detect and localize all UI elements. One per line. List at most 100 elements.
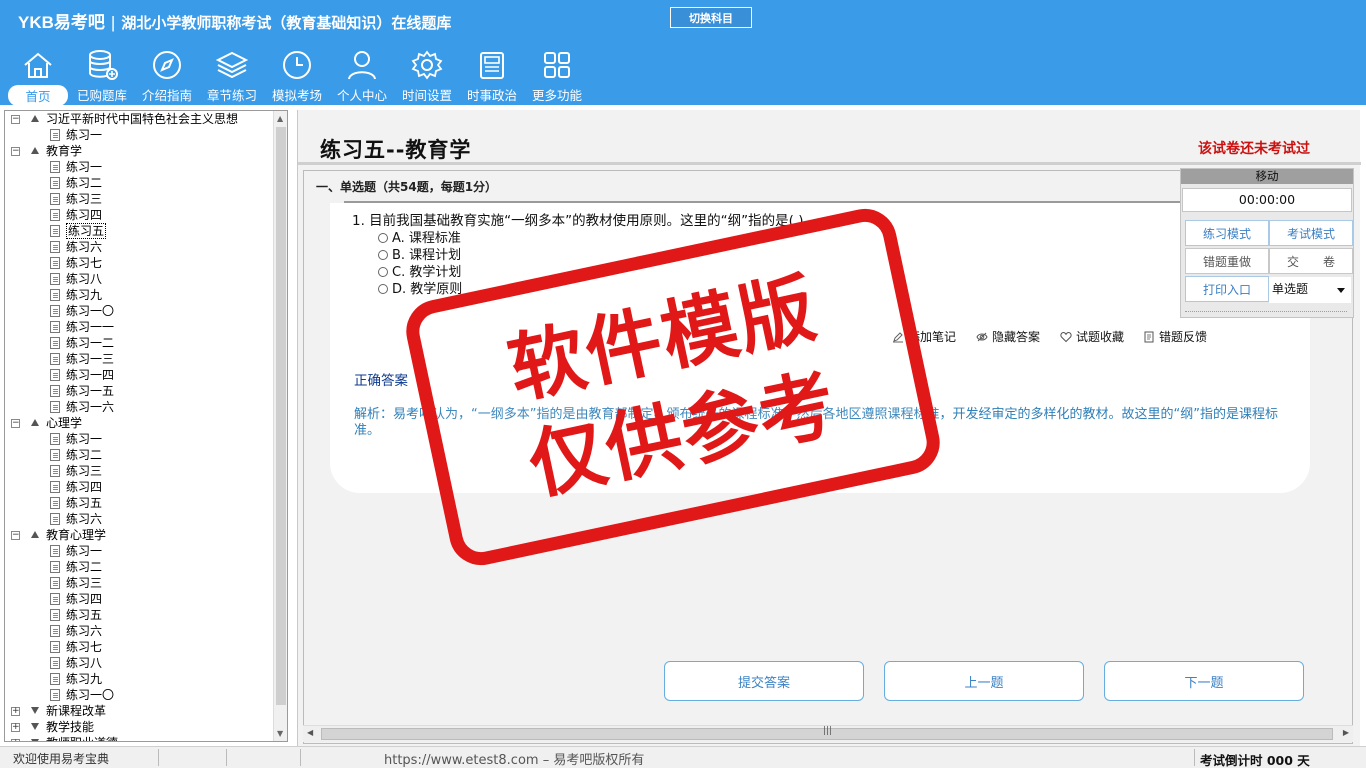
tree-item[interactable]: 练习一四 <box>5 367 275 383</box>
move-handle[interactable]: 移动 <box>1181 169 1353 184</box>
tree-scrollbar[interactable]: ▲ ▼ <box>273 111 287 741</box>
tree-item[interactable]: 练习六 <box>5 511 275 527</box>
hide-answer-button[interactable]: 隐藏答案 <box>976 328 1040 345</box>
tree-item[interactable]: 练习一 <box>5 543 275 559</box>
file-icon <box>50 673 60 685</box>
tree-folder-label: 心理学 <box>46 416 83 430</box>
tree-item[interactable]: 练习九 <box>5 287 275 303</box>
tree-item[interactable]: 练习四 <box>5 207 275 223</box>
nav-personal-center[interactable]: 个人中心 <box>330 48 394 103</box>
tree-item[interactable]: 练习一三 <box>5 351 275 367</box>
exam-mode-button[interactable]: 考试模式 <box>1269 220 1353 246</box>
scroll-right-icon[interactable]: ▶ <box>1343 728 1349 737</box>
collapse-icon[interactable]: − <box>11 147 20 156</box>
scroll-down-icon[interactable]: ▼ <box>277 729 283 738</box>
switch-subject-button[interactable]: 切换科目 <box>670 7 752 28</box>
add-note-button[interactable]: 添加笔记 <box>892 328 956 345</box>
content-scrollbar[interactable]: ◀ ||| ▶ <box>303 725 1353 742</box>
tree-item[interactable]: 练习一二 <box>5 335 275 351</box>
radio-icon[interactable] <box>378 233 388 243</box>
tree-item[interactable]: 练习三 <box>5 191 275 207</box>
tree-item[interactable]: 练习二 <box>5 447 275 463</box>
radio-icon[interactable] <box>378 250 388 260</box>
nav-mock-exam[interactable]: 模拟考场 <box>265 48 329 103</box>
tree-item[interactable]: 练习六 <box>5 239 275 255</box>
tree-item[interactable]: 练习一一 <box>5 319 275 335</box>
chapter-tree[interactable]: − 习近平新时代中国特色社会主义思想 练习一 − 教育学 练习一 练习二 练习三 练习四 练习五练… <box>4 110 288 742</box>
tree-item[interactable]: 练习六 <box>5 623 275 639</box>
tree-item[interactable]: 练习三 <box>5 463 275 479</box>
tool-label: 错题反馈 <box>1159 330 1208 344</box>
nav-more-functions[interactable]: 更多功能 <box>525 48 589 103</box>
expand-icon[interactable]: + <box>11 739 20 741</box>
submit-answer-button[interactable]: 提交答案 <box>664 661 864 701</box>
tree-item-label: 练习一〇 <box>66 304 115 318</box>
practice-mode-button[interactable]: 练习模式 <box>1185 220 1269 246</box>
scroll-left-icon[interactable]: ◀ <box>307 728 313 737</box>
panel-divider <box>1185 311 1347 314</box>
tree-scrollbar-thumb[interactable] <box>276 127 286 705</box>
tree-folder[interactable]: − 习近平新时代中国特色社会主义思想 <box>5 111 275 127</box>
tree-folder[interactable]: − 教育心理学 <box>5 527 275 543</box>
tree-item[interactable]: 练习三 <box>5 575 275 591</box>
nav-chapter-practice[interactable]: 章节练习 <box>200 48 264 103</box>
tree-item[interactable]: 练习五 <box>5 223 275 239</box>
tree-item[interactable]: 练习七 <box>5 255 275 271</box>
collapse-icon[interactable]: − <box>11 115 20 124</box>
file-icon <box>50 561 60 573</box>
radio-icon[interactable] <box>378 267 388 277</box>
tree-item[interactable]: 练习一〇 <box>5 687 275 703</box>
previous-question-button[interactable]: 上一题 <box>884 661 1084 701</box>
option-d[interactable]: D. 教学原则 <box>378 278 462 297</box>
tree-item[interactable]: 练习一 <box>5 431 275 447</box>
tree-item[interactable]: 练习一 <box>5 127 275 143</box>
tree-item[interactable]: 练习一〇 <box>5 303 275 319</box>
tree-item[interactable]: 练习五 <box>5 495 275 511</box>
tree-item[interactable]: 练习四 <box>5 591 275 607</box>
tree-item[interactable]: 练习一六 <box>5 399 275 415</box>
tree-item[interactable]: 练习九 <box>5 671 275 687</box>
tree-item[interactable]: 练习一五 <box>5 383 275 399</box>
tree-item[interactable]: 练习二 <box>5 175 275 191</box>
submit-paper-button[interactable]: 交 卷 <box>1269 248 1353 274</box>
tree-item-label: 练习六 <box>66 624 103 638</box>
tree-item[interactable]: 练习七 <box>5 639 275 655</box>
tree-item[interactable]: 练习四 <box>5 479 275 495</box>
tree-folder-label: 习近平新时代中国特色社会主义思想 <box>46 112 239 126</box>
pencil-icon <box>893 332 903 343</box>
error-feedback-button[interactable]: 错题反馈 <box>1143 328 1207 345</box>
tree-item[interactable]: 练习二 <box>5 559 275 575</box>
nav-purchased[interactable]: 已购题库 <box>70 48 134 103</box>
collapse-icon[interactable]: − <box>11 419 20 428</box>
tree-item[interactable]: 练习一 <box>5 159 275 175</box>
expand-icon[interactable]: + <box>11 707 20 716</box>
file-icon <box>50 305 60 317</box>
nav-current-affairs[interactable]: 时事政治 <box>460 48 524 103</box>
nav-home[interactable]: 首页 <box>6 48 70 106</box>
tree-folder[interactable]: + 教学技能 <box>5 719 275 735</box>
expand-icon[interactable]: + <box>11 723 20 732</box>
tree-folder[interactable]: + 新课程改革 <box>5 703 275 719</box>
tree-folder[interactable]: − 心理学 <box>5 415 275 431</box>
tree-item-label: 练习三 <box>66 464 103 478</box>
collapse-icon[interactable]: − <box>11 531 20 540</box>
tree-item-label: 练习九 <box>66 288 103 302</box>
tree-item[interactable]: 练习八 <box>5 655 275 671</box>
nav-time-settings[interactable]: 时间设置 <box>395 48 459 103</box>
next-question-button[interactable]: 下一题 <box>1104 661 1304 701</box>
file-icon <box>50 193 60 205</box>
scroll-up-icon[interactable]: ▲ <box>277 114 283 123</box>
radio-icon[interactable] <box>378 284 388 294</box>
question-type-select[interactable]: 单选题 <box>1269 277 1351 303</box>
nav-guide[interactable]: 介绍指南 <box>135 48 199 103</box>
folder-arrow-icon <box>31 419 39 426</box>
file-icon <box>50 257 60 269</box>
favorite-button[interactable]: 试题收藏 <box>1060 328 1124 345</box>
tree-item[interactable]: 练习五 <box>5 607 275 623</box>
folder-arrow-icon <box>31 531 39 538</box>
tree-folder[interactable]: + 教师职业道德 <box>5 735 275 741</box>
print-entry-button[interactable]: 打印入口 <box>1185 276 1269 302</box>
redo-wrong-button[interactable]: 错题重做 <box>1185 248 1269 274</box>
tree-item[interactable]: 练习八 <box>5 271 275 287</box>
tree-folder[interactable]: − 教育学 <box>5 143 275 159</box>
